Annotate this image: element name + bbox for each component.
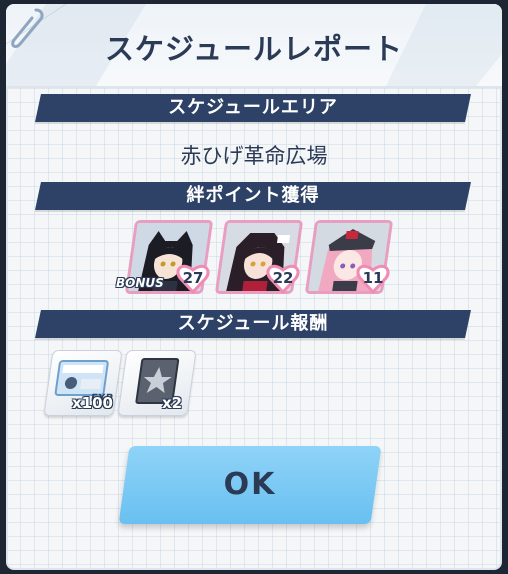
bond-value-3: 11 (362, 269, 384, 287)
bond-value-2: 22 (272, 269, 294, 287)
bonus-label: BONUS (116, 276, 164, 290)
dialog-title: スケジュールレポート (105, 32, 403, 66)
section-header-bond: 絆ポイント獲得 (186, 185, 320, 206)
tech-note-book-icon (135, 358, 180, 404)
reward-quantity-1: x100 (72, 394, 113, 412)
dialog-header: スケジュールレポート (6, 4, 502, 88)
area-name: 赤ひげ革命広場 (180, 144, 328, 168)
ok-button-label[interactable]: OK (124, 446, 376, 524)
reward-item-tech-note[interactable] (117, 350, 197, 416)
reward-quantity-2: x2 (162, 394, 183, 412)
paperclip-icon (11, 8, 44, 49)
schedule-report-dialog: スケジュールレポート スケジュールエリア 赤ひげ革命広場 絆ポイント獲得 27 … (6, 4, 502, 570)
section-header-area: スケジュールエリア (168, 97, 338, 118)
bond-value-1: 27 (182, 269, 204, 287)
section-header-rewards: スケジュール報酬 (177, 313, 329, 334)
